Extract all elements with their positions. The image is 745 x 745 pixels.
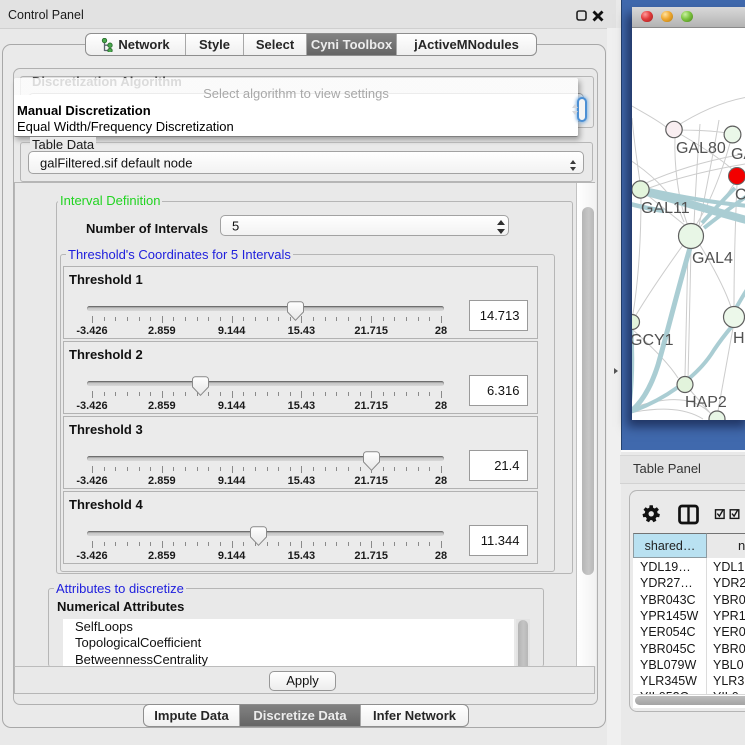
- svg-text:GAL11: GAL11: [641, 200, 690, 217]
- svg-text:GCY1: GCY1: [632, 332, 674, 349]
- svg-text:C: C: [735, 187, 745, 204]
- svg-text:GAL4: GAL4: [692, 250, 733, 267]
- svg-text:H: H: [733, 330, 745, 347]
- svg-text:HAP2: HAP2: [685, 394, 727, 411]
- svg-text:GA: GA: [731, 146, 745, 163]
- svg-text:GAL80: GAL80: [676, 140, 726, 157]
